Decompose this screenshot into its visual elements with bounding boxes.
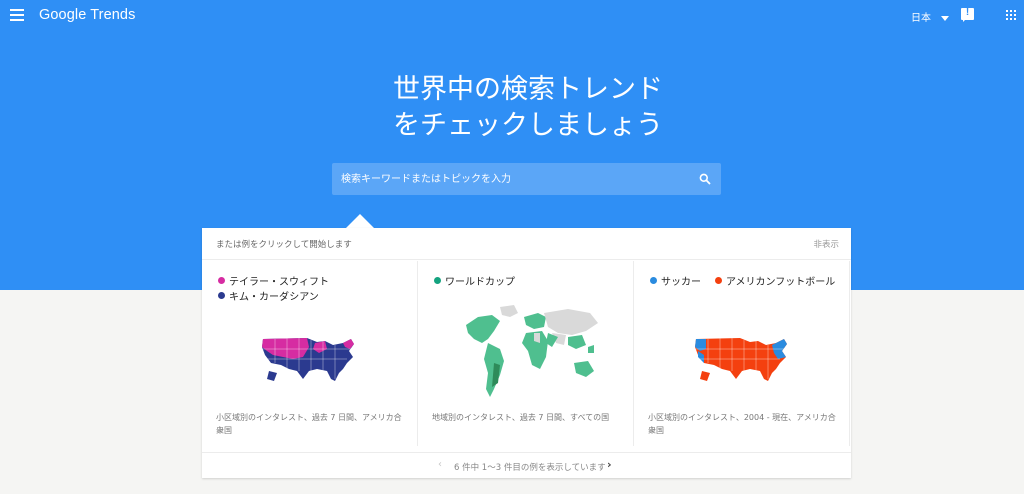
example-caption: 小区域別のインタレスト、2004 - 現在、アメリカ合衆国 [648,413,836,435]
example-card-3[interactable]: サッカー アメリカンフットボール 小区域別のインタレスト、2004 - 現在、アメ… [634,261,850,446]
term-label: キム・カーダシアン [229,292,319,303]
legend-dot [434,277,441,284]
example-card-2[interactable]: ワールドカップ 地域別のインタレスト、過去 7 日間、すべての国 [418,261,634,446]
examples-intro: または例をクリックして開始します [216,240,352,250]
example-legend: テイラー・スウィフト キム・カーダシアン [218,275,329,305]
legend-dot [218,292,225,299]
card-pointer [346,214,374,228]
hamburger-menu-icon[interactable] [10,9,24,21]
top-bar: Google Trends 日本 ! [0,0,1024,32]
hide-examples-button[interactable]: 非表示 [813,238,839,250]
example-legend: ワールドカップ [434,275,515,290]
chevron-right-icon[interactable]: › [607,458,612,471]
legend-dot [715,277,722,284]
examples-header: または例をクリックして開始します 非表示 [202,228,851,260]
feedback-icon[interactable]: ! [961,7,974,22]
term-label: サッカー [661,277,701,288]
us-map-image [695,338,787,381]
language-selector[interactable]: 日本 [911,9,949,24]
search-box[interactable] [332,163,721,195]
legend-dot [650,277,657,284]
google-trends-logo[interactable]: Google Trends [39,7,135,23]
legend-dot [218,277,225,284]
term-label: ワールドカップ [445,277,515,288]
example-caption: 小区域別のインタレスト、過去 7 日間、アメリカ合衆国 [216,413,402,435]
world-map-image [466,305,598,397]
term-label: テイラー・スウィフト [229,277,329,288]
hero-title-line-1: 世界中の検索トレンド [393,74,663,105]
examples-card: または例をクリックして開始します 非表示 テイラー・スウィフト キム・カーダシア… [202,228,851,478]
example-card-1[interactable]: テイラー・スウィフト キム・カーダシアン 小区域別のインタレスト、過去 7 日間… [202,261,418,446]
us-map-image [262,338,354,381]
language-label: 日本 [911,13,931,24]
search-input[interactable] [332,163,692,195]
chevron-left-icon[interactable]: ‹ [438,459,442,470]
hero-title-line-2: をチェックしましょう [393,110,663,141]
example-legend: サッカー アメリカンフットボール [650,275,835,290]
search-icon[interactable] [699,173,711,185]
term-label: アメリカンフットボール [726,277,836,288]
apps-grid-icon[interactable] [1006,10,1016,20]
caret-down-icon [941,15,949,21]
hero-title: 世界中の検索トレンド をチェックしましょう [0,72,1024,144]
example-caption: 地域別のインタレスト、過去 7 日間、すべての国 [432,413,610,422]
examples-pager: ‹ 6 件中 1〜3 件目の例を表示しています › [202,452,851,478]
pager-status: 6 件中 1〜3 件目の例を表示しています [454,463,606,473]
